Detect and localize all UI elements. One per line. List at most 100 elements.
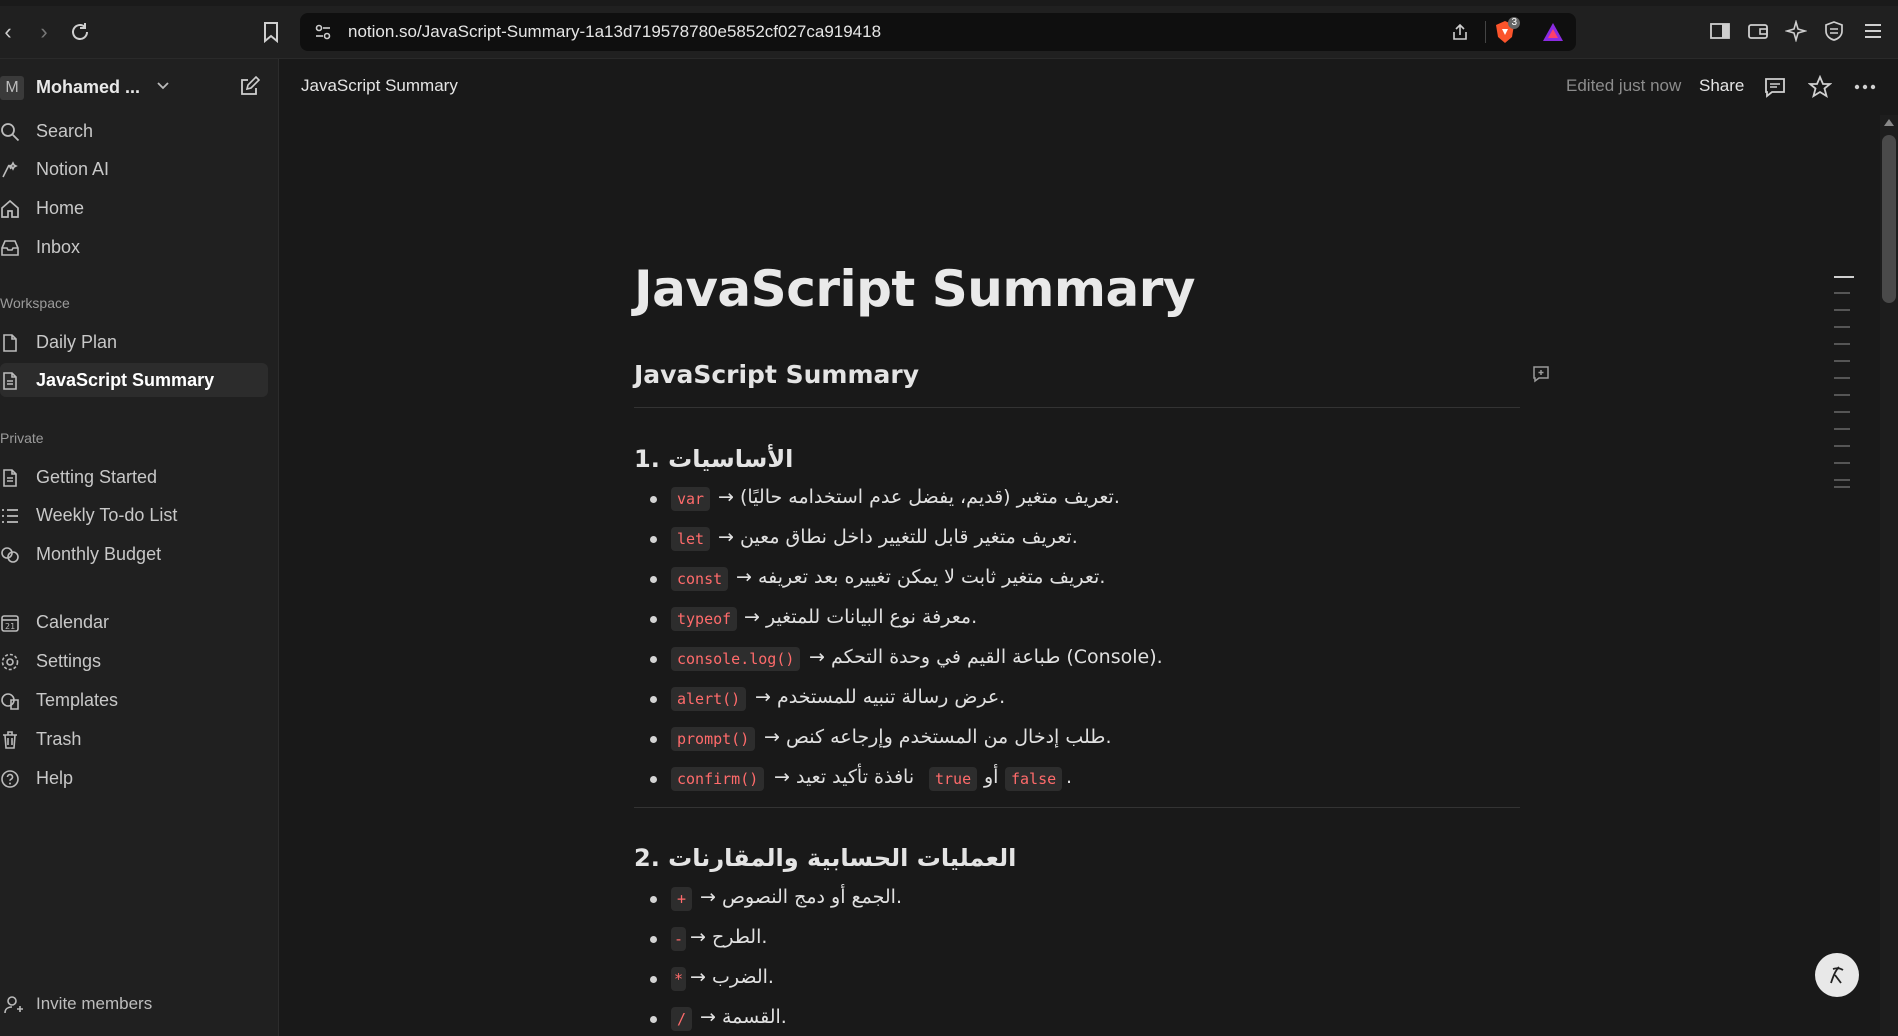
list-item-text: → الضرب.	[690, 966, 774, 988]
list-item[interactable]: typeof → معرفة نوع البيانات للمتغير.	[634, 604, 1514, 634]
inline-code: const	[671, 567, 729, 591]
leo-ai-icon[interactable]	[1785, 20, 1807, 42]
scroll-up-icon[interactable]	[1884, 118, 1894, 126]
sidebar-item-trash[interactable]: Trash	[0, 722, 268, 756]
invite-members-button[interactable]: Invite members	[0, 989, 268, 1019]
search-icon	[1, 123, 20, 142]
toc-line[interactable]	[1834, 445, 1850, 447]
toc-line[interactable]	[1834, 428, 1850, 430]
toc-line[interactable]	[1834, 343, 1850, 345]
toc-line[interactable]	[1834, 479, 1850, 481]
list-item[interactable]: - → الطرح.	[634, 924, 1514, 954]
site-settings-icon[interactable]	[314, 23, 332, 41]
sidebar-item-daily-plan[interactable]: Daily Plan	[0, 325, 268, 359]
sidebar-item-home[interactable]: Home	[0, 191, 268, 225]
list-item-text: → تعريف متغير ثابت لا يمكن تغييره بعد تع…	[736, 566, 1106, 588]
sidebar-item-getting-started[interactable]: Getting Started	[0, 460, 268, 494]
toc-line[interactable]	[1834, 462, 1850, 464]
sidebar-item-settings[interactable]: Settings	[0, 644, 268, 678]
list-item[interactable]: confirm() → نافذة تأكيد تعيد true أو fal…	[634, 764, 1514, 794]
workspace-name[interactable]: Mohamed ...	[36, 77, 140, 98]
address-bar[interactable]: notion.so/JavaScript-Summary-1a13d719578…	[300, 13, 1576, 51]
toc-line[interactable]	[1834, 360, 1850, 362]
inline-code: console.log()	[671, 647, 801, 671]
share-page-icon[interactable]	[1450, 22, 1470, 42]
inline-code: confirm()	[671, 767, 765, 791]
tab-strip	[0, 0, 1898, 6]
wallet-icon[interactable]	[1747, 20, 1769, 42]
new-page-icon[interactable]	[238, 76, 260, 98]
sidebar-item-search[interactable]: Search	[0, 114, 268, 148]
bookmark-icon[interactable]	[262, 21, 280, 43]
sidebar-item-templates[interactable]: Templates	[0, 683, 268, 717]
forward-icon[interactable]: ›	[30, 18, 58, 46]
page-content: JavaScript Summary JavaScript Summary 1.…	[634, 115, 1549, 1036]
heading-main[interactable]: JavaScript Summary	[634, 360, 919, 389]
toc-line[interactable]	[1834, 326, 1850, 328]
inline-code: -	[671, 927, 687, 951]
toc-line[interactable]	[1834, 309, 1850, 311]
home-icon	[1, 199, 19, 218]
bullet	[650, 936, 657, 943]
section-heading-basics[interactable]: 1. الأساسيات	[634, 445, 793, 473]
invite-members-label: Invite members	[36, 994, 153, 1013]
comments-icon[interactable]	[1763, 75, 1787, 99]
url-text[interactable]: notion.so/JavaScript-Summary-1a13d719578…	[348, 22, 881, 42]
inline-code: prompt()	[671, 727, 756, 751]
sidebar-item-help[interactable]: Help	[0, 761, 268, 795]
more-options-icon[interactable]	[1853, 75, 1877, 99]
sidebar-item-label: Help	[36, 768, 74, 788]
toc-line[interactable]	[1834, 292, 1850, 294]
section-heading-operations[interactable]: 2. العمليات الحسابية والمقارنات	[634, 844, 1016, 872]
list-item[interactable]: var → تعريف متغير (قديم، يفضل عدم استخدا…	[634, 484, 1514, 514]
sidebar-item-javascript-summary[interactable]: JavaScript Summary	[0, 363, 268, 397]
inline-code: let	[671, 527, 711, 551]
star-icon[interactable]	[1808, 75, 1832, 99]
toc-line[interactable]	[1834, 486, 1850, 488]
toc-line[interactable]	[1834, 377, 1850, 379]
inline-code: typeof	[671, 607, 738, 631]
list-item[interactable]: prompt() → طلب إدخال من المستخدم وإرجاعه…	[634, 724, 1514, 754]
sidebar-item-notion-ai[interactable]: Notion AI	[0, 152, 268, 186]
inline-code: var	[671, 487, 711, 511]
sidebar-item-calendar[interactable]: 21 Calendar	[0, 605, 268, 639]
notion-ai-button[interactable]	[1815, 953, 1859, 997]
list-item[interactable]: let → تعريف متغير قابل للتغيير داخل نطاق…	[634, 524, 1514, 554]
sidebar-item-weekly-todo[interactable]: Weekly To-do List	[0, 498, 268, 532]
list-item[interactable]: const → تعريف متغير ثابت لا يمكن تغييره …	[634, 564, 1514, 594]
list-item[interactable]: / → القسمة.	[634, 1004, 1514, 1034]
reload-icon[interactable]	[68, 20, 92, 44]
inbox-icon	[1, 240, 19, 256]
inline-code: true	[929, 767, 978, 791]
sidebar-toggle-icon[interactable]	[1709, 20, 1731, 42]
page-title[interactable]: JavaScript Summary	[634, 260, 1196, 318]
list-item[interactable]: * → الضرب.	[634, 964, 1514, 994]
sidebar-item-monthly-budget[interactable]: Monthly Budget	[0, 537, 268, 571]
list-item-text: → طلب إدخال من المستخدم وإرجاعه كنص.	[764, 726, 1112, 748]
menu-icon[interactable]	[1862, 20, 1884, 42]
back-icon[interactable]: ‹	[0, 18, 22, 46]
vpn-icon[interactable]	[1823, 20, 1845, 42]
add-user-icon	[4, 996, 23, 1014]
sidebar: M Mohamed ... Search Notion AI Home Inbo…	[0, 59, 279, 1036]
toc-line[interactable]	[1834, 276, 1854, 278]
chevron-down-icon[interactable]	[156, 79, 170, 93]
toc-line[interactable]	[1834, 411, 1850, 413]
scrollbar-thumb[interactable]	[1882, 135, 1896, 303]
list-item-text: → القسمة.	[700, 1006, 787, 1028]
toc-line[interactable]	[1834, 394, 1850, 396]
list-item[interactable]: console.log() → طباعة القيم في وحدة التح…	[634, 644, 1514, 674]
inline-code: +	[671, 887, 693, 911]
section-label-private[interactable]: Private	[0, 430, 44, 446]
list-item[interactable]: alert() → عرض رسالة تنبيه للمستخدم.	[634, 684, 1514, 714]
workspace-avatar[interactable]: M	[0, 76, 24, 100]
sidebar-item-label: Daily Plan	[36, 332, 118, 352]
list-item[interactable]: + → الجمع أو دمج النصوص.	[634, 884, 1514, 914]
sidebar-item-inbox[interactable]: Inbox	[0, 230, 268, 264]
brave-rewards-icon[interactable]	[1542, 22, 1564, 42]
share-button[interactable]: Share	[1699, 76, 1744, 96]
workspace-switcher[interactable]: M Mohamed ...	[0, 73, 278, 103]
add-comment-icon[interactable]	[1532, 365, 1550, 383]
section-label-workspace[interactable]: Workspace	[0, 295, 70, 311]
breadcrumb[interactable]: JavaScript Summary	[301, 76, 458, 96]
